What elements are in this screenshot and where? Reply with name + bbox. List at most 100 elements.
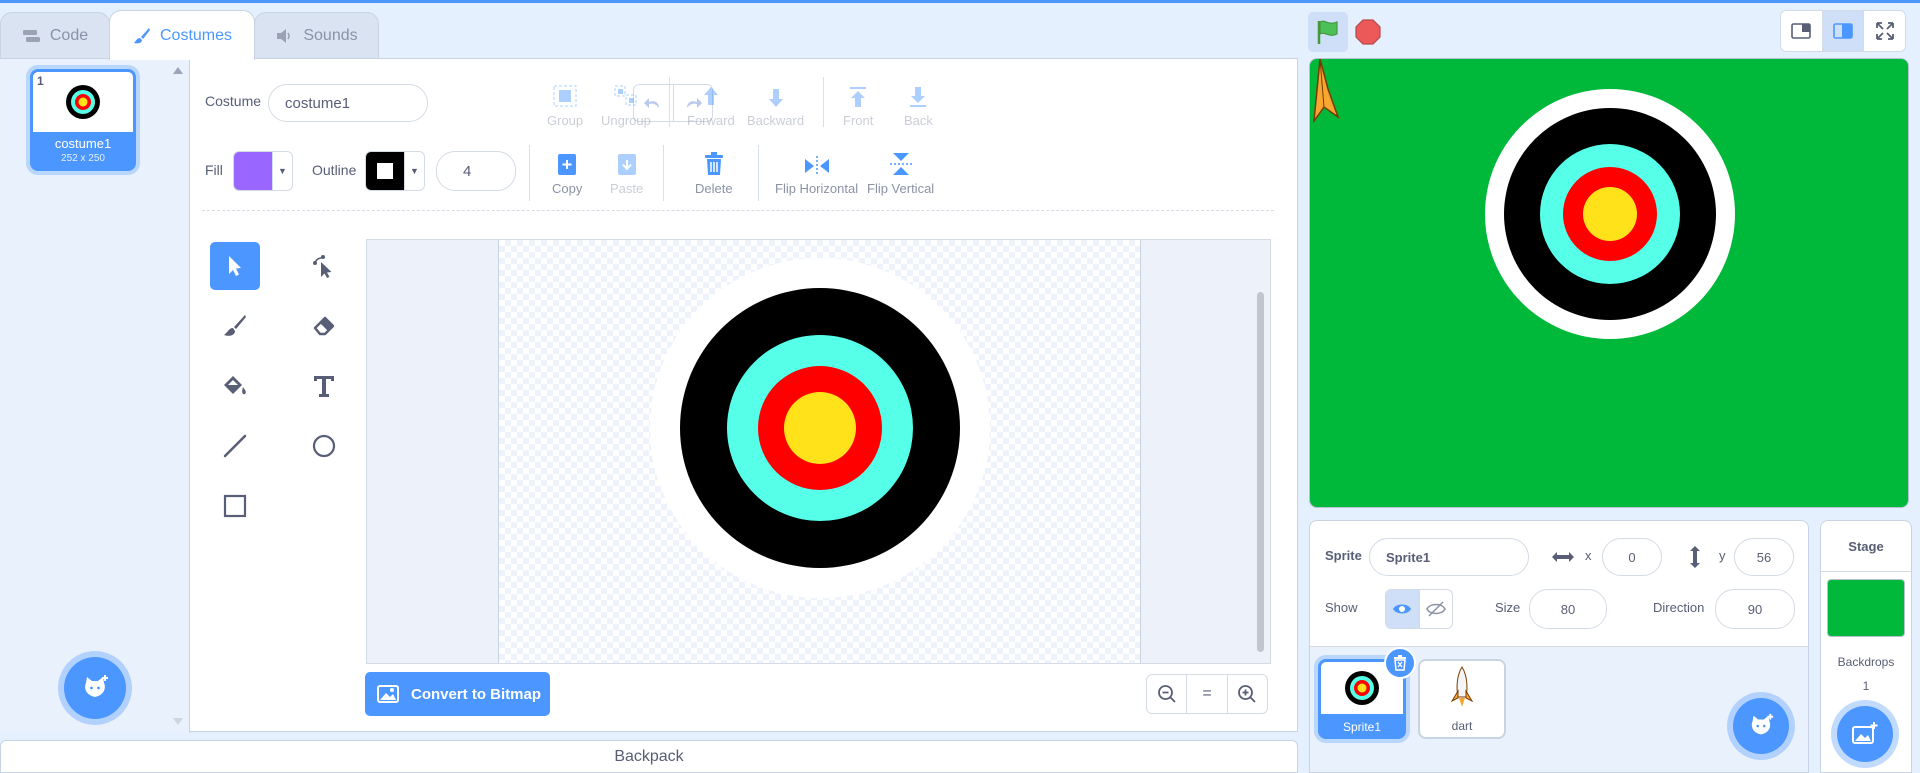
- small-stage-button[interactable]: [1781, 11, 1822, 51]
- x-label: x: [1585, 548, 1592, 563]
- rectangle-tool[interactable]: [210, 482, 260, 530]
- x-position-input[interactable]: 0: [1602, 538, 1662, 576]
- back-button[interactable]: Back: [904, 79, 933, 128]
- zoom-out-button[interactable]: [1147, 675, 1186, 713]
- size-input[interactable]: 80: [1529, 589, 1607, 629]
- large-stage-icon: [1833, 23, 1853, 39]
- size-label: Size: [1495, 600, 1521, 615]
- select-tool[interactable]: [210, 242, 260, 290]
- top-accent-bar: [0, 0, 1920, 3]
- code-blocks-icon: [22, 29, 40, 42]
- ungroup-button[interactable]: Ungroup: [601, 79, 651, 128]
- outline-width-input[interactable]: 4: [436, 151, 516, 191]
- paint-canvas[interactable]: [366, 239, 1271, 664]
- paint-editor: Costume costume1 Group Ungroup Forward B…: [190, 58, 1298, 732]
- copy-label: Copy: [552, 181, 583, 196]
- scroll-up-arrow[interactable]: [173, 67, 183, 74]
- tab-code[interactable]: Code: [0, 12, 110, 58]
- image-icon: [377, 685, 399, 703]
- toolbar-separator: [663, 145, 664, 201]
- eye-icon: [1393, 604, 1412, 614]
- convert-to-bitmap-label: Convert to Bitmap: [411, 685, 542, 703]
- costume-tile[interactable]: 1 costume1 252 x 250: [30, 69, 136, 171]
- backdrops-label: Backdrops: [1837, 655, 1895, 669]
- small-stage-icon: [1791, 23, 1812, 39]
- forward-label: Forward: [687, 113, 735, 128]
- backward-button[interactable]: Backward: [747, 79, 804, 128]
- toolbar-divider: [202, 210, 1274, 211]
- tab-sounds[interactable]: Sounds: [254, 12, 379, 58]
- delete-sprite-button[interactable]: [1384, 647, 1416, 679]
- canvas-vertical-scrollbar[interactable]: [1257, 292, 1264, 652]
- arrow-cursor-icon: [229, 256, 241, 276]
- brush-tool[interactable]: [210, 302, 260, 350]
- paste-button[interactable]: Paste: [610, 147, 643, 196]
- stage-thumbnail: [1827, 579, 1905, 637]
- choose-costume-button[interactable]: [64, 657, 126, 719]
- backpack-bar[interactable]: Backpack: [0, 740, 1298, 773]
- back-label: Back: [904, 113, 933, 128]
- stage-canvas[interactable]: [1309, 58, 1909, 508]
- sprite-label: Sprite: [1325, 548, 1362, 563]
- circle-icon: [312, 434, 336, 458]
- large-stage-button[interactable]: [1821, 11, 1864, 51]
- flip-vertical-button[interactable]: Flip Vertical: [867, 147, 934, 196]
- zoom-reset-button[interactable]: =: [1186, 675, 1226, 713]
- forward-icon: [703, 87, 718, 105]
- paste-label: Paste: [610, 181, 644, 196]
- copy-button[interactable]: Copy: [552, 147, 582, 196]
- vertical-arrows-icon: [1690, 546, 1700, 568]
- sprite-info-panel: Sprite Sprite1 x 0 y 56 Show Size 80 Dir…: [1310, 521, 1808, 647]
- zoom-in-button[interactable]: [1226, 675, 1267, 713]
- choose-sprite-button[interactable]: [1733, 698, 1789, 754]
- green-flag-button[interactable]: [1308, 12, 1348, 52]
- flip-horizontal-icon: [804, 156, 829, 176]
- trash-icon: [704, 152, 723, 175]
- tab-costumes[interactable]: Costumes: [109, 10, 255, 60]
- target-thumbnail-icon: [64, 83, 102, 121]
- outline-label: Outline: [312, 162, 357, 178]
- costume-thumbnail: [33, 72, 133, 132]
- sprite-name: dart: [1451, 719, 1473, 733]
- eraser-tool[interactable]: [299, 302, 349, 350]
- line-tool[interactable]: [210, 422, 260, 470]
- fill-label: Fill: [205, 162, 223, 178]
- scroll-down-arrow[interactable]: [173, 718, 183, 725]
- show-sprite-button[interactable]: [1386, 590, 1419, 628]
- stage-target-pane[interactable]: Stage Backdrops 1: [1820, 520, 1912, 773]
- hide-sprite-button[interactable]: [1418, 590, 1453, 628]
- horizontal-arrows-icon: [1552, 552, 1574, 562]
- costume-number: 1: [37, 74, 44, 88]
- dart-sprite: [1312, 59, 1340, 124]
- costume-list: 1 costume1 252 x 250: [0, 58, 190, 733]
- y-position-input[interactable]: 56: [1734, 538, 1794, 576]
- convert-to-bitmap-button[interactable]: Convert to Bitmap: [365, 672, 550, 716]
- flip-vertical-label: Flip Vertical: [867, 181, 935, 196]
- paint-bucket-icon: [224, 376, 246, 395]
- toolbar-separator: [529, 145, 530, 201]
- sprite-tile-dart[interactable]: dart: [1418, 659, 1506, 739]
- costume-name-input[interactable]: costume1: [268, 84, 428, 122]
- front-button[interactable]: Front: [843, 79, 873, 128]
- show-label: Show: [1325, 600, 1358, 615]
- backdrops-count: 1: [1862, 679, 1870, 693]
- fill-color-picker[interactable]: ▼: [233, 151, 293, 191]
- stop-button[interactable]: [1348, 12, 1388, 52]
- stage-title: Stage: [1848, 539, 1884, 554]
- sprite-name-input[interactable]: Sprite1: [1369, 538, 1529, 576]
- circle-tool[interactable]: [299, 422, 349, 470]
- reshape-tool[interactable]: [299, 242, 349, 290]
- fill-tool[interactable]: [210, 362, 260, 410]
- text-tool[interactable]: [299, 362, 349, 410]
- direction-input[interactable]: 90: [1715, 589, 1795, 629]
- delete-button[interactable]: Delete: [695, 147, 733, 196]
- speaker-icon: [277, 28, 291, 43]
- outline-color-picker[interactable]: ▼: [365, 151, 425, 191]
- group-button[interactable]: Group: [547, 79, 583, 128]
- forward-button[interactable]: Forward: [687, 79, 735, 128]
- choose-backdrop-button[interactable]: [1837, 706, 1893, 762]
- delete-label: Delete: [695, 181, 733, 196]
- fullscreen-button[interactable]: [1863, 11, 1905, 51]
- tab-costumes-label: Costumes: [159, 26, 233, 44]
- flip-horizontal-button[interactable]: Flip Horizontal: [775, 147, 858, 196]
